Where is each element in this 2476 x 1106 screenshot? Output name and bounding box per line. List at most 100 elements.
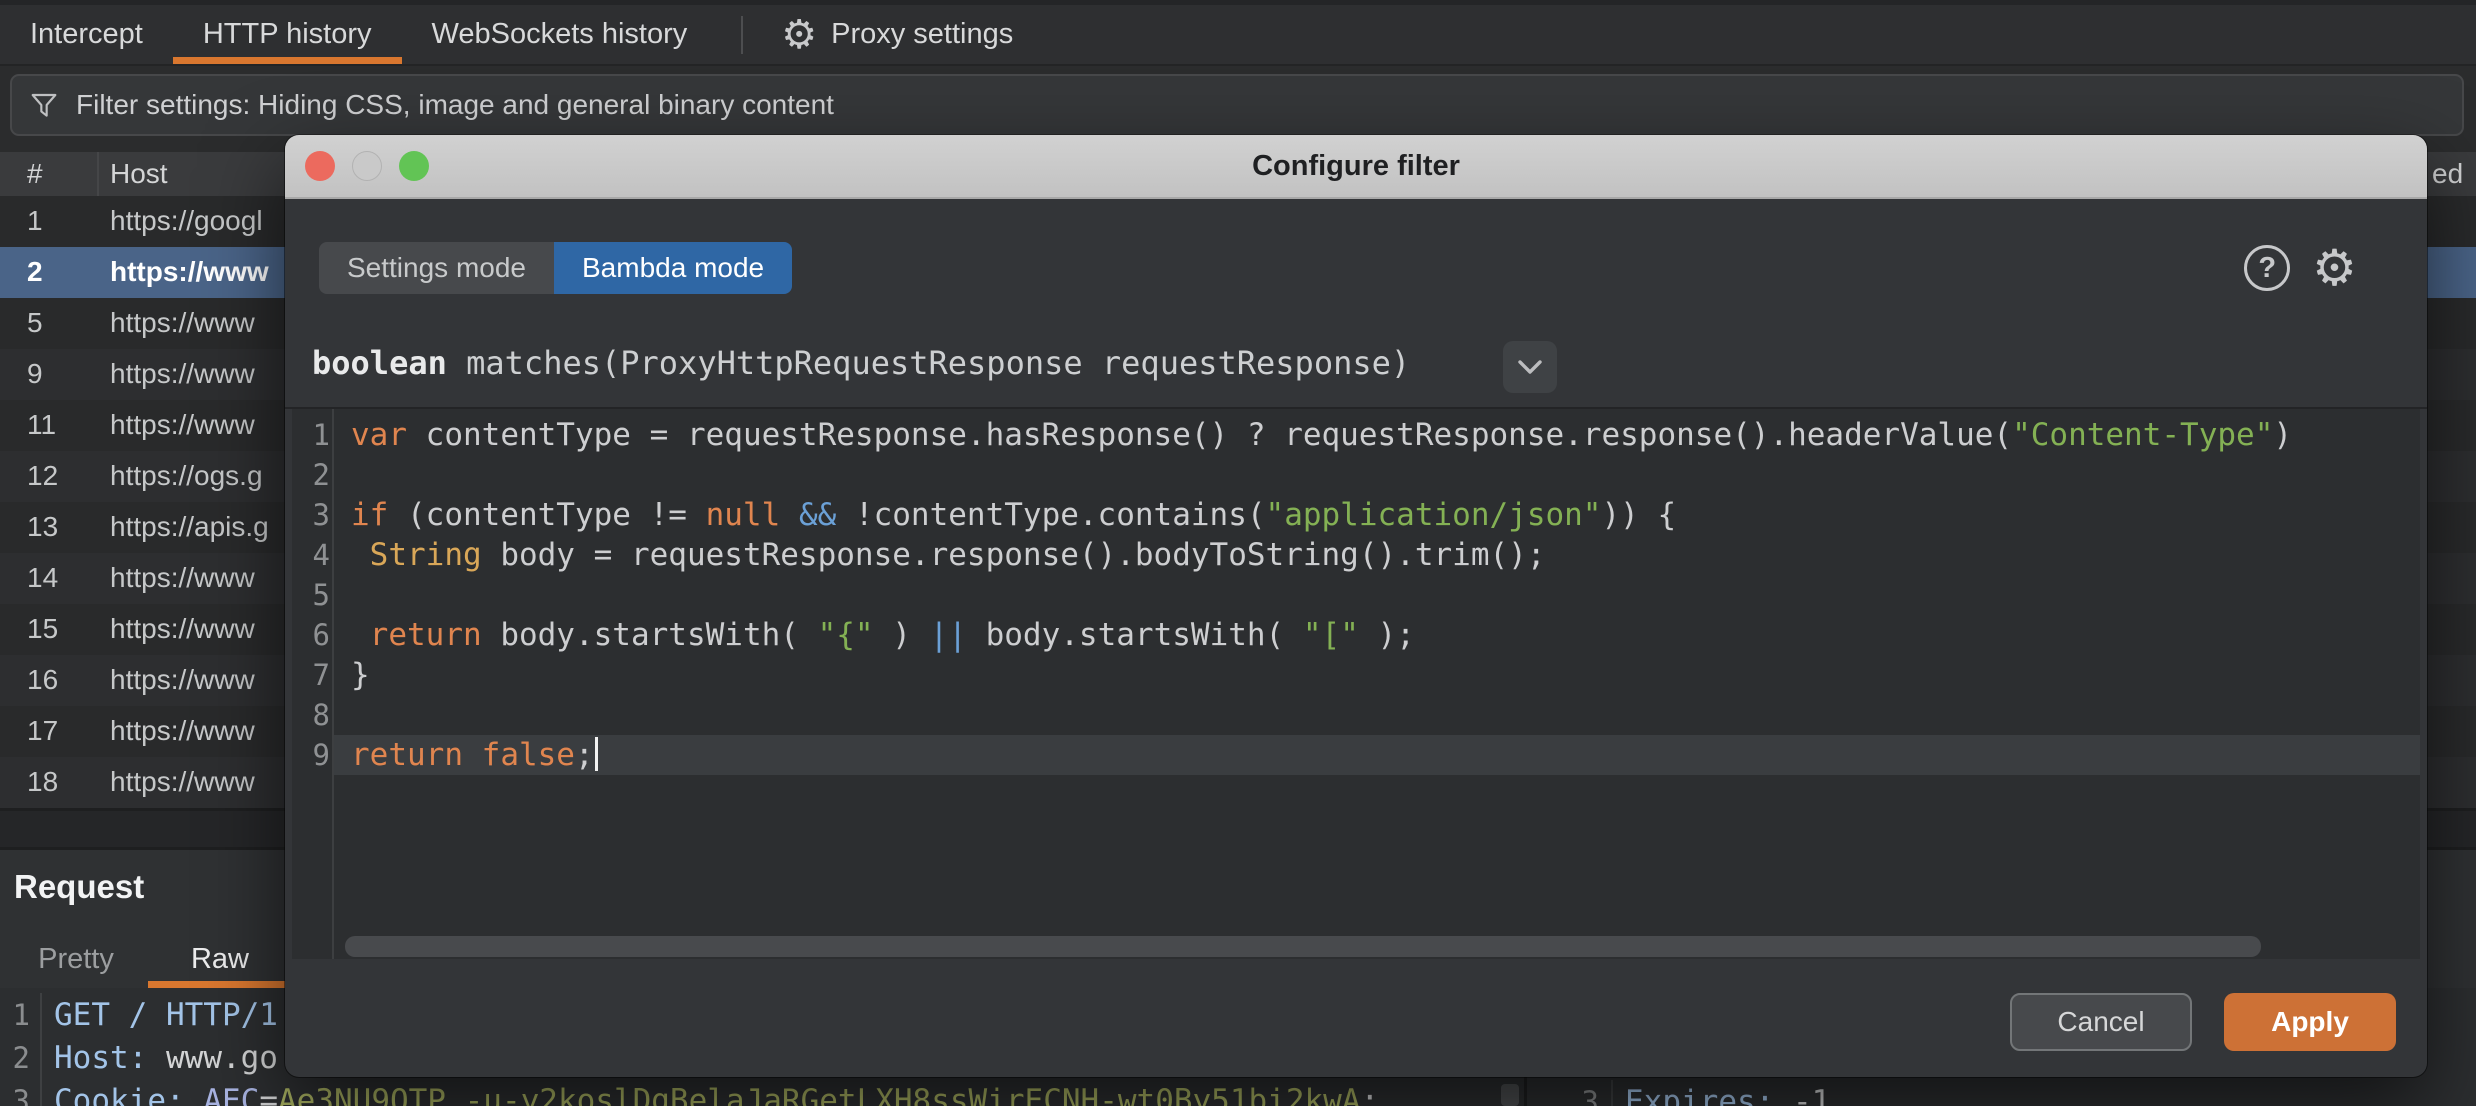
proxy-tab-label: Intercept xyxy=(30,18,143,51)
request-line-number: 1 xyxy=(0,993,42,1036)
burp-suite-window: InterceptHTTP historyWebSockets history … xyxy=(0,0,2476,1106)
row-number-cell: 1 xyxy=(27,205,43,237)
filter-funnel-icon xyxy=(28,89,60,121)
request-line-text: GET / HTTP/1 xyxy=(42,997,278,1033)
dialog-title: Configure filter xyxy=(1252,150,1460,183)
code-line[interactable]: 7 } xyxy=(292,655,2420,695)
window-controls xyxy=(305,151,429,181)
proxy-tab-label: HTTP history xyxy=(203,18,372,51)
bambda-code-editor[interactable]: 1 var contentType = requestResponse.hasR… xyxy=(292,409,2420,959)
request-line: 3 Cookie: AEC=Ae3NU9QTP_-u-y2koslDgBelaJ… xyxy=(0,1079,1524,1106)
editor-horizontal-scrollbar[interactable] xyxy=(345,936,2261,957)
row-host-cell: https://www xyxy=(110,562,255,594)
row-host-cell: https://ogs.g xyxy=(110,460,263,492)
response-line-text: Expires: -1 xyxy=(1613,1084,1830,1106)
chevron-down-icon xyxy=(1517,359,1543,375)
code-line-text: } xyxy=(339,657,370,693)
request-line-text: Host: www.go xyxy=(42,1040,278,1076)
row-host-cell: https://apis.g xyxy=(110,511,269,543)
proxy-tab[interactable]: HTTP history xyxy=(173,5,402,64)
request-line-text: Cookie: AEC=Ae3NU9QTP_-u-y2koslDgBelaJaR… xyxy=(42,1083,1379,1106)
column-header-number[interactable]: # xyxy=(27,158,43,190)
column-header-host[interactable]: Host xyxy=(110,158,168,190)
code-line[interactable]: 2 xyxy=(292,455,2420,495)
apply-button[interactable]: Apply xyxy=(2224,993,2396,1051)
gear-icon: ⚙ xyxy=(781,15,817,55)
editor-gutter-divider xyxy=(332,409,334,959)
proxy-tab-bar: InterceptHTTP historyWebSockets history … xyxy=(0,0,2476,66)
settings-gear-icon[interactable]: ⚙ xyxy=(2312,245,2357,291)
request-view-tab[interactable]: Raw xyxy=(148,930,292,988)
filter-mode-toggle: Settings mode Bambda mode xyxy=(319,242,792,294)
request-view-tab[interactable]: Pretty xyxy=(4,930,148,988)
row-host-cell: https://www xyxy=(110,409,255,441)
code-line-text: if (contentType != null && !contentType.… xyxy=(339,497,1676,533)
code-line-text: return body.startsWith( "{" ) || body.st… xyxy=(339,617,1415,653)
row-number-cell: 17 xyxy=(27,715,58,747)
code-line[interactable]: 9 return false; xyxy=(292,735,2420,775)
request-view-tab-label: Raw xyxy=(191,943,249,976)
tab-proxy-settings[interactable]: ⚙ Proxy settings xyxy=(767,5,1027,64)
code-line-text: return false; xyxy=(339,737,598,773)
close-window-button[interactable] xyxy=(305,151,335,181)
filter-settings-bar[interactable]: Filter settings: Hiding CSS, image and g… xyxy=(10,74,2464,136)
signature-dropdown-button[interactable] xyxy=(1503,341,1557,393)
proxy-settings-label: Proxy settings xyxy=(831,18,1013,51)
cancel-button[interactable]: Cancel xyxy=(2010,993,2192,1051)
minimize-window-button[interactable] xyxy=(352,151,382,181)
row-host-cell: https://www xyxy=(110,358,255,390)
proxy-tab[interactable]: Intercept xyxy=(0,5,173,64)
request-view-tab-label: Pretty xyxy=(38,943,114,976)
row-host-cell: https://www xyxy=(110,307,255,339)
code-line[interactable]: 6 return body.startsWith( "{" ) || body.… xyxy=(292,615,2420,655)
filter-mode-label: Bambda mode xyxy=(582,252,764,284)
row-number-cell: 13 xyxy=(27,511,58,543)
code-line-text: String body = requestResponse.response()… xyxy=(339,537,1545,573)
row-number-cell: 5 xyxy=(27,307,43,339)
row-number-cell: 9 xyxy=(27,358,43,390)
row-number-cell: 11 xyxy=(27,409,56,441)
row-number-cell: 12 xyxy=(27,460,58,492)
request-view-tabs: Pretty Raw xyxy=(4,930,292,988)
row-host-cell: https://www xyxy=(110,256,269,288)
proxy-tab[interactable]: WebSockets history xyxy=(402,5,718,64)
row-host-cell: https://googl xyxy=(110,205,263,237)
row-host-cell: https://www xyxy=(110,664,255,696)
filter-settings-text: Filter settings: Hiding CSS, image and g… xyxy=(76,89,834,121)
tab-bar-divider xyxy=(741,16,743,54)
row-host-cell: https://www xyxy=(110,613,255,645)
response-line-number: 3 xyxy=(1527,1080,1613,1106)
column-header-clipped[interactable]: ed xyxy=(2432,158,2463,190)
dialog-toolbar-icons: ? ⚙ xyxy=(2244,245,2357,291)
request-scrollbar-thumb[interactable] xyxy=(1501,1084,1519,1106)
row-number-cell: 2 xyxy=(27,256,43,288)
request-panel-title: Request xyxy=(14,868,144,906)
configure-filter-dialog: Configure filter Settings mode Bambda mod… xyxy=(285,135,2427,1077)
signature-return-type: boolean xyxy=(312,344,447,382)
request-line-number: 2 xyxy=(0,1036,42,1079)
code-line[interactable]: 4 String body = requestResponse.response… xyxy=(292,535,2420,575)
code-line[interactable]: 5 xyxy=(292,575,2420,615)
row-number-cell: 14 xyxy=(27,562,58,594)
filter-mode-button[interactable]: Bambda mode xyxy=(554,242,792,294)
row-host-cell: https://www xyxy=(110,766,255,798)
filter-mode-label: Settings mode xyxy=(347,252,526,284)
request-line-number: 3 xyxy=(0,1079,42,1106)
row-number-cell: 18 xyxy=(27,766,58,798)
filter-mode-button[interactable]: Settings mode xyxy=(319,242,554,294)
code-line[interactable]: 8 xyxy=(292,695,2420,735)
dialog-titlebar[interactable]: Configure filter xyxy=(285,135,2427,199)
row-host-cell: https://www xyxy=(110,715,255,747)
bambda-function-signature: boolean matches(ProxyHttpRequestResponse… xyxy=(312,333,1410,393)
code-line-text: var contentType = requestResponse.hasRes… xyxy=(339,417,2292,453)
row-number-cell: 15 xyxy=(27,613,58,645)
response-line: 3 Expires: -1 xyxy=(1527,1080,2476,1106)
proxy-tabs: Intercept HTTP history WebSockets history xyxy=(0,5,717,64)
code-line[interactable]: 3 if (contentType != null && !contentTyp… xyxy=(292,495,2420,535)
code-line[interactable]: 1 var contentType = requestResponse.hasR… xyxy=(292,415,2420,455)
proxy-tab-label: WebSockets history xyxy=(432,18,688,51)
zoom-window-button[interactable] xyxy=(399,151,429,181)
help-icon[interactable]: ? xyxy=(2244,245,2290,291)
signature-rest: matches(ProxyHttpRequestResponse request… xyxy=(447,344,1410,382)
row-number-cell: 16 xyxy=(27,664,58,696)
